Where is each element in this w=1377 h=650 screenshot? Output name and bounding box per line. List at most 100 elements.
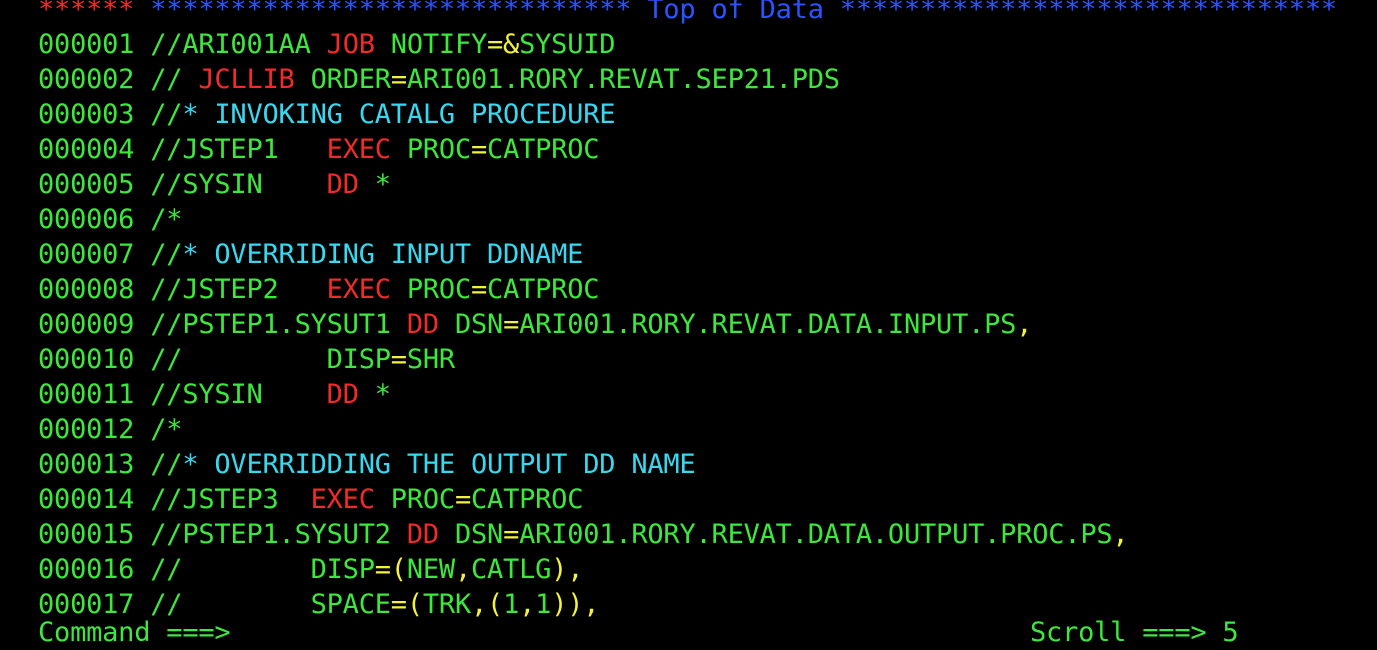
- source-line[interactable]: 000005 //SYSIN DD *: [38, 167, 1368, 202]
- line-text-segment: =&: [487, 29, 520, 60]
- line-text-segment: //JSTEP2: [134, 274, 327, 305]
- banner-stars-right: *******************************: [839, 0, 1337, 25]
- line-text-segment: PROC: [374, 484, 455, 515]
- line-text-segment: CATPROC: [487, 274, 600, 305]
- line-text-segment: ARI001.RORY.REVAT.SEP21.PDS: [406, 64, 840, 95]
- line-text-segment: ),: [551, 554, 584, 585]
- line-text-segment: /*: [134, 204, 183, 235]
- line-text-segment: //SYSIN: [134, 379, 327, 410]
- scroll-label: Scroll ===>: [1030, 617, 1207, 648]
- line-number[interactable]: 000016: [38, 554, 134, 585]
- line-text-segment: PROC: [390, 134, 471, 165]
- line-text-segment: JCLLIB: [198, 64, 295, 95]
- line-text-segment: NEW: [406, 554, 455, 585]
- line-marker: ******: [38, 0, 135, 25]
- banner-title: Top of Data: [631, 0, 840, 25]
- line-number[interactable]: 000003: [38, 99, 134, 130]
- line-text-segment: *: [358, 169, 391, 200]
- line-text-segment: PROC: [390, 274, 471, 305]
- source-line[interactable]: 000010 // DISP=SHR: [38, 342, 1368, 377]
- line-text-segment: // DISP: [134, 344, 391, 375]
- source-line[interactable]: 000009 //PSTEP1.SYSUT1 DD DSN=ARI001.ROR…: [38, 307, 1368, 342]
- line-text-segment: =: [390, 344, 407, 375]
- line-text-segment: NOTIFY: [374, 29, 488, 60]
- line-text-segment: ,: [1112, 519, 1129, 550]
- banner-stars-left: ******************************: [134, 0, 632, 25]
- line-text-segment: // DISP: [134, 554, 375, 585]
- line-text-segment: //: [134, 239, 183, 270]
- line-text-segment: DSN: [438, 519, 504, 550]
- line-text-segment: //: [134, 99, 183, 130]
- line-text-segment: //SYSIN: [134, 169, 327, 200]
- line-text-segment: CATLG: [470, 554, 552, 585]
- line-text-segment: //PSTEP1.SYSUT2: [134, 519, 407, 550]
- line-text-segment: ORDER: [294, 64, 391, 95]
- source-line[interactable]: 000002 // JCLLIB ORDER=ARI001.RORY.REVAT…: [38, 62, 1368, 97]
- line-text-segment: //ARI001AA: [134, 29, 327, 60]
- source-line[interactable]: 000003 //* INVOKING CATALG PROCEDURE: [38, 97, 1368, 132]
- line-text-segment: //JSTEP3: [134, 484, 311, 515]
- line-text-segment: SYSUID: [519, 29, 616, 60]
- scroll-field[interactable]: Scroll ===> 5: [1030, 615, 1239, 650]
- source-line[interactable]: 000006 /*: [38, 202, 1368, 237]
- line-text-segment: * INVOKING CATALG PROCEDURE: [182, 99, 616, 130]
- line-text-segment: /*: [134, 414, 183, 445]
- line-text-segment: //PSTEP1.SYSUT1: [134, 309, 407, 340]
- line-text-segment: CATPROC: [471, 484, 584, 515]
- scroll-amount[interactable]: 5: [1206, 617, 1238, 648]
- line-number[interactable]: 000002: [38, 64, 134, 95]
- source-line[interactable]: 000004 //JSTEP1 EXEC PROC=CATPROC: [38, 132, 1368, 167]
- line-text-segment: DD: [326, 379, 359, 410]
- source-line[interactable]: 000015 //PSTEP1.SYSUT2 DD DSN=ARI001.ROR…: [38, 517, 1368, 552]
- line-text-segment: =: [503, 519, 520, 550]
- line-number[interactable]: 000014: [38, 484, 134, 515]
- line-number[interactable]: 000007: [38, 239, 134, 270]
- source-line[interactable]: 000014 //JSTEP3 EXEC PROC=CATPROC: [38, 482, 1368, 517]
- source-line[interactable]: 000007 //* OVERRIDING INPUT DDNAME: [38, 237, 1368, 272]
- line-text-segment: =: [390, 64, 407, 95]
- line-text-segment: =: [471, 134, 488, 165]
- line-text-segment: DSN: [438, 309, 504, 340]
- editor-screen: ****** ****************************** To…: [38, 0, 1368, 622]
- line-text-segment: DD: [406, 309, 439, 340]
- line-number[interactable]: 000001: [38, 29, 134, 60]
- line-number[interactable]: 000005: [38, 169, 134, 200]
- line-text-segment: JOB: [326, 29, 375, 60]
- source-line[interactable]: 000008 //JSTEP2 EXEC PROC=CATPROC: [38, 272, 1368, 307]
- command-label: Command ===>: [38, 617, 231, 648]
- jcl-line-list: 000001 //ARI001AA JOB NOTIFY=&SYSUID 0000…: [38, 27, 1368, 622]
- line-text-segment: DD: [406, 519, 439, 550]
- line-number[interactable]: 000010: [38, 344, 134, 375]
- line-text-segment: =: [471, 274, 488, 305]
- line-text-segment: //: [134, 64, 199, 95]
- line-number[interactable]: 000008: [38, 274, 134, 305]
- line-text-segment: EXEC: [326, 134, 391, 165]
- line-number[interactable]: 000013: [38, 449, 134, 480]
- line-text-segment: //: [134, 449, 183, 480]
- source-line[interactable]: 000011 //SYSIN DD *: [38, 377, 1368, 412]
- line-number[interactable]: 000006: [38, 204, 134, 235]
- line-text-segment: =: [503, 309, 520, 340]
- source-line[interactable]: 000001 //ARI001AA JOB NOTIFY=&SYSUID: [38, 27, 1368, 62]
- line-number[interactable]: 000015: [38, 519, 134, 550]
- line-text-segment: =: [454, 484, 471, 515]
- line-text-segment: * OVERRIDDING THE OUTPUT DD NAME: [182, 449, 696, 480]
- line-text-segment: CATPROC: [487, 134, 600, 165]
- line-text-segment: SHR: [406, 344, 455, 375]
- line-text-segment: ARI001.RORY.REVAT.DATA.INPUT.PS: [519, 309, 1017, 340]
- line-text-segment: ,: [454, 554, 471, 585]
- line-text-segment: ,: [1016, 309, 1033, 340]
- line-number[interactable]: 000009: [38, 309, 134, 340]
- line-text-segment: =(: [374, 554, 407, 585]
- source-line[interactable]: 000016 // DISP=(NEW,CATLG),: [38, 552, 1368, 587]
- source-line[interactable]: 000012 /*: [38, 412, 1368, 447]
- line-text-segment: EXEC: [326, 274, 391, 305]
- line-number[interactable]: 000011: [38, 379, 134, 410]
- line-text-segment: DD: [326, 169, 359, 200]
- line-text-segment: ARI001.RORY.REVAT.DATA.OUTPUT.PROC.PS: [519, 519, 1113, 550]
- line-number[interactable]: 000012: [38, 414, 134, 445]
- line-text-segment: EXEC: [310, 484, 375, 515]
- source-line[interactable]: 000013 //* OVERRIDDING THE OUTPUT DD NAM…: [38, 447, 1368, 482]
- line-number[interactable]: 000004: [38, 134, 134, 165]
- line-text-segment: * OVERRIDING INPUT DDNAME: [182, 239, 584, 270]
